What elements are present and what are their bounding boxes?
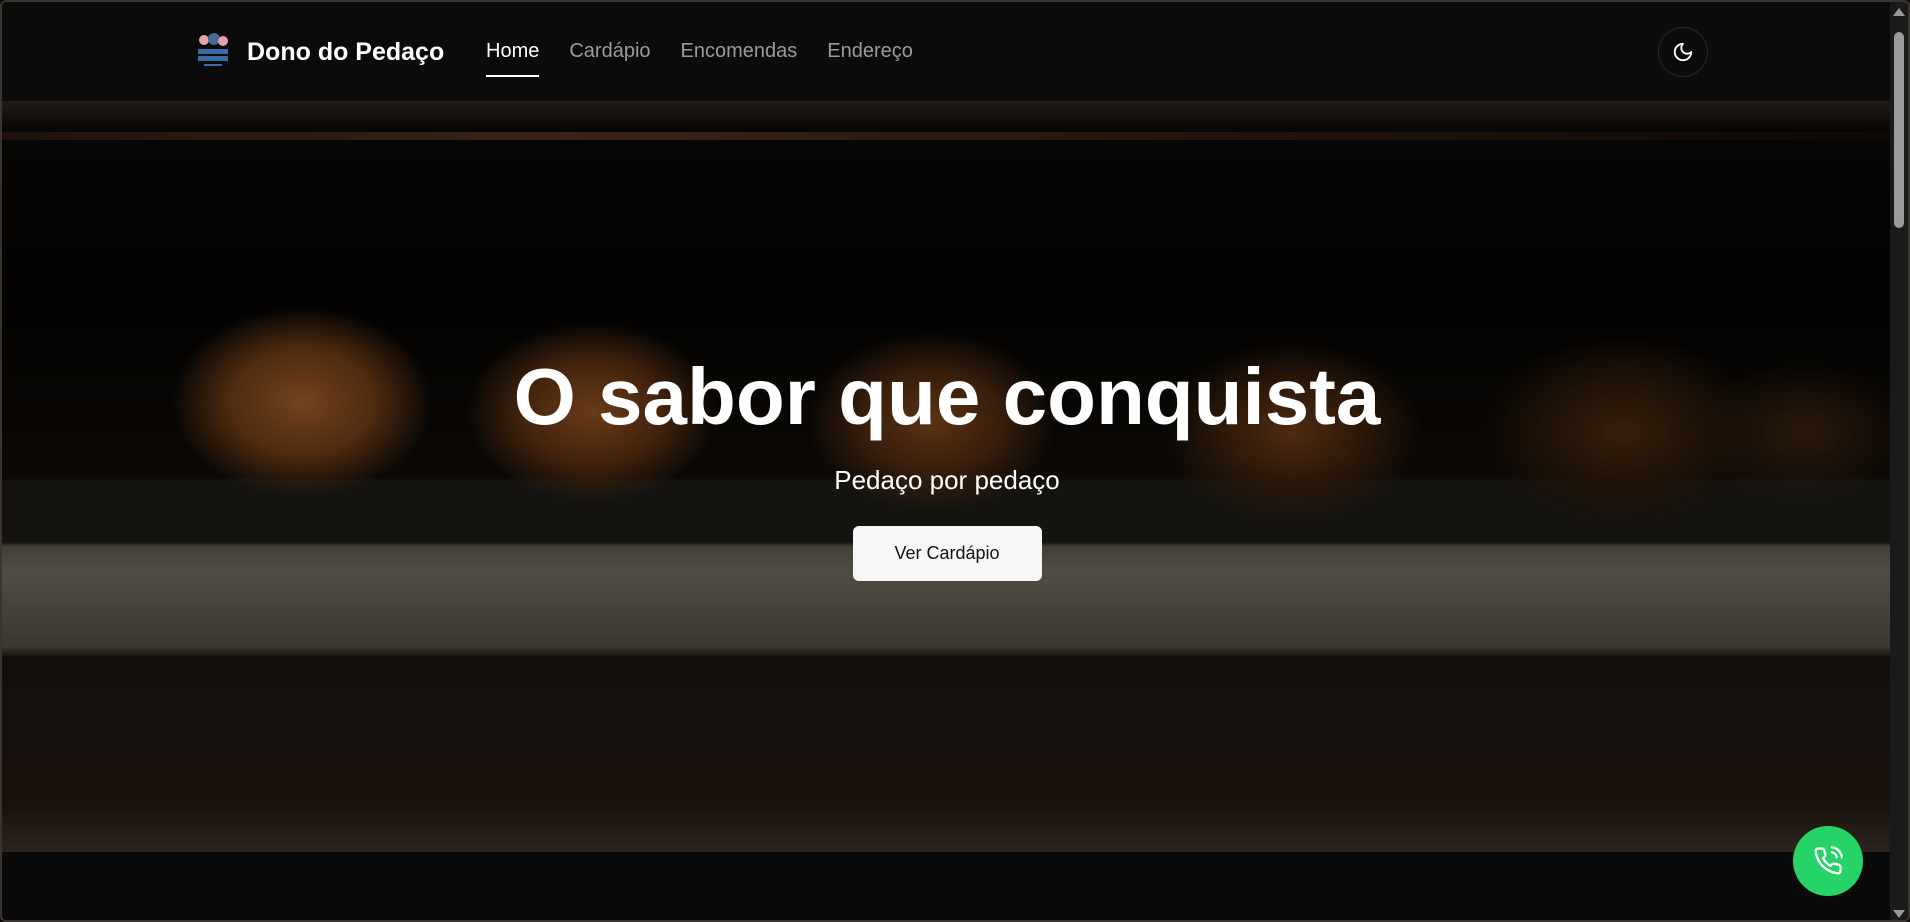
scroll-up-arrow[interactable] xyxy=(1893,8,1905,16)
moon-icon xyxy=(1673,42,1693,62)
site-header: Dono do Pedaço Home Cardápio Encomendas … xyxy=(2,2,1892,102)
view-menu-button[interactable]: Ver Cardápio xyxy=(852,526,1042,581)
phone-call-icon xyxy=(1814,846,1843,875)
theme-toggle-button[interactable] xyxy=(1658,27,1708,77)
whatsapp-call-button[interactable] xyxy=(1793,826,1863,896)
nav-endereco[interactable]: Endereço xyxy=(827,40,913,77)
scrollbar-thumb[interactable] xyxy=(1894,32,1904,228)
hero-section: O sabor que conquista Pedaço por pedaço … xyxy=(2,102,1892,852)
hero-title: O sabor que conquista xyxy=(513,352,1381,441)
hero-subtitle: Pedaço por pedaço xyxy=(834,465,1060,495)
nav-home[interactable]: Home xyxy=(486,40,540,77)
scroll-down-arrow[interactable] xyxy=(1893,910,1905,918)
nav-encomendas[interactable]: Encomendas xyxy=(681,40,798,77)
browser-viewport: Dono do Pedaço Home Cardápio Encomendas … xyxy=(0,0,1910,922)
brand-name[interactable]: Dono do Pedaço xyxy=(247,38,444,67)
main-nav: Home Cardápio Encomendas Endereço xyxy=(486,40,913,77)
vertical-scrollbar[interactable] xyxy=(1890,2,1908,920)
brand-logo[interactable] xyxy=(194,32,232,72)
nav-cardapio[interactable]: Cardápio xyxy=(569,40,650,77)
